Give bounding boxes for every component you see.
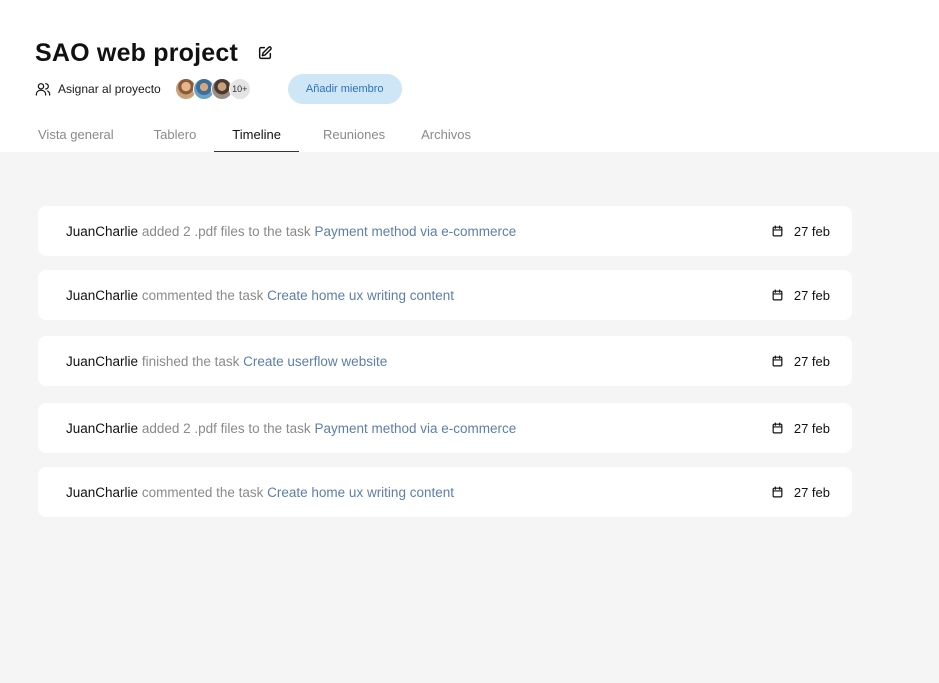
more-members-badge[interactable]: 10+ <box>228 78 251 100</box>
assign-label: Asignar al proyecto <box>58 82 161 96</box>
timeline-action: added 2 .pdf files to the task <box>141 420 311 436</box>
project-header: SAO web project Asignar al proyecto 10+ … <box>0 0 939 153</box>
timeline-date: 27 feb <box>771 288 830 303</box>
timeline-item[interactable]: JuanCharlie finished the task Create use… <box>38 336 852 386</box>
timeline-action: finished the task <box>141 353 240 369</box>
calendar-icon <box>771 224 784 238</box>
date-label: 27 feb <box>793 353 830 369</box>
tab-archivos[interactable]: Archivos <box>403 124 489 152</box>
calendar-icon <box>771 354 784 368</box>
users-icon <box>35 81 51 97</box>
timeline-text: JuanCharlie finished the task Create use… <box>66 354 771 369</box>
page-title: SAO web project <box>35 39 239 67</box>
timeline-text: JuanCharlie added 2 .pdf files to the ta… <box>66 421 771 436</box>
timeline-item[interactable]: JuanCharlie added 2 .pdf files to the ta… <box>38 206 852 256</box>
timeline-date: 27 feb <box>771 224 830 239</box>
date-label: 27 feb <box>793 223 830 239</box>
date-label: 27 feb <box>793 287 830 303</box>
timeline-action: commented the task <box>141 484 264 500</box>
timeline-text: JuanCharlie commented the task Create ho… <box>66 288 771 303</box>
timeline-item[interactable]: JuanCharlie commented the task Create ho… <box>38 467 852 517</box>
calendar-icon <box>771 421 784 435</box>
timeline-user[interactable]: JuanCharlie <box>66 354 138 369</box>
timeline-text: JuanCharlie added 2 .pdf files to the ta… <box>66 224 771 239</box>
timeline-user[interactable]: JuanCharlie <box>66 421 138 436</box>
tab-timeline[interactable]: Timeline <box>214 124 299 153</box>
member-avatars[interactable]: 10+ <box>174 78 251 100</box>
timeline-text: JuanCharlie commented the task Create ho… <box>66 485 771 500</box>
timeline-task-link[interactable]: Payment method via e-commerce <box>314 224 516 239</box>
timeline-task-link[interactable]: Create userflow website <box>243 354 387 369</box>
timeline-user[interactable]: JuanCharlie <box>66 288 138 303</box>
tab-vista-general[interactable]: Vista general <box>20 124 132 152</box>
timeline-action: commented the task <box>141 287 264 303</box>
timeline-date: 27 feb <box>771 421 830 436</box>
date-label: 27 feb <box>793 420 830 436</box>
timeline-task-link[interactable]: Create home ux writing content <box>267 288 454 303</box>
edit-icon[interactable] <box>256 44 274 62</box>
assign-row: Asignar al proyecto 10+ Añadir miembro <box>35 74 402 104</box>
timeline-date: 27 feb <box>771 354 830 369</box>
tab-reuniones[interactable]: Reuniones <box>299 124 403 152</box>
timeline-item[interactable]: JuanCharlie added 2 .pdf files to the ta… <box>38 403 852 453</box>
timeline-item[interactable]: JuanCharlie commented the task Create ho… <box>38 270 852 320</box>
timeline-date: 27 feb <box>771 485 830 500</box>
timeline-content: JuanCharlie added 2 .pdf files to the ta… <box>0 152 939 683</box>
tab-bar: Vista general Tablero Timeline Reuniones… <box>20 124 489 153</box>
tab-tablero[interactable]: Tablero <box>132 124 215 152</box>
timeline-task-link[interactable]: Create home ux writing content <box>267 485 454 500</box>
timeline-task-link[interactable]: Payment method via e-commerce <box>314 421 516 436</box>
calendar-icon <box>771 485 784 499</box>
date-label: 27 feb <box>793 484 830 500</box>
timeline-action: added 2 .pdf files to the task <box>141 223 311 239</box>
assign-to-project-button[interactable]: Asignar al proyecto <box>35 81 161 97</box>
timeline-user[interactable]: JuanCharlie <box>66 485 138 500</box>
add-member-button[interactable]: Añadir miembro <box>287 74 402 104</box>
title-row: SAO web project <box>35 38 274 68</box>
timeline-user[interactable]: JuanCharlie <box>66 224 138 239</box>
calendar-icon <box>771 288 784 302</box>
